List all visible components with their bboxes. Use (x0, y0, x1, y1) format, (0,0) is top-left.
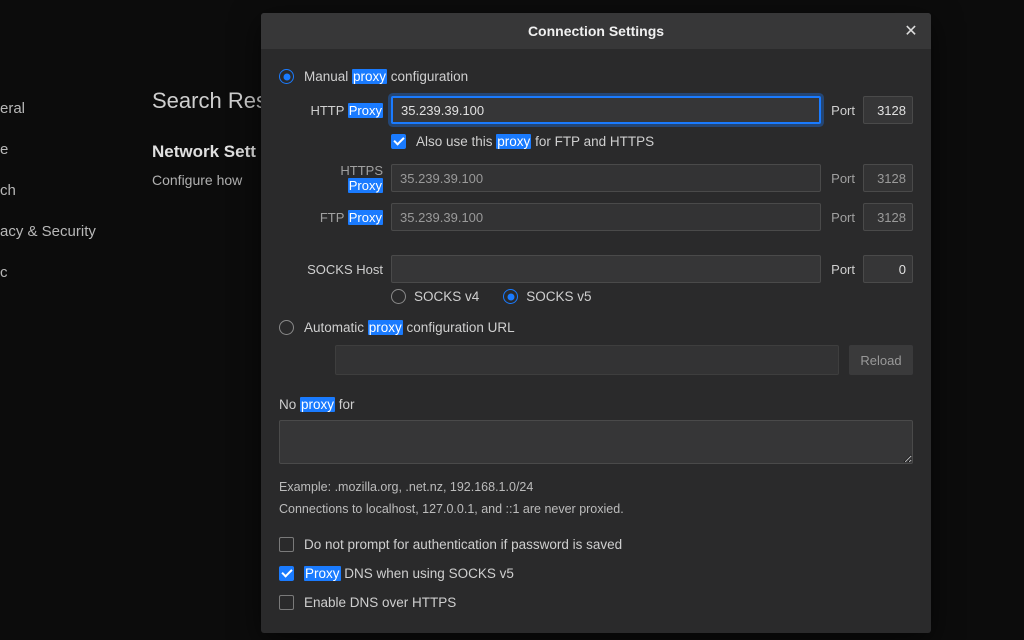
also-use-proxy-checkbox-row[interactable]: Also use this proxy for FTP and HTTPS (391, 134, 913, 149)
https-port-label: Port (831, 171, 855, 186)
no-proxy-example-hint: Example: .mozilla.org, .net.nz, 192.168.… (279, 477, 913, 497)
ftp-port-input (863, 203, 913, 231)
socks-host-row: SOCKS Host Port (303, 255, 913, 283)
https-proxy-row: HTTPS Proxy Port (303, 163, 913, 193)
sidebar-item-general[interactable]: eral (0, 88, 150, 129)
checkbox-proxy-dns-socks5[interactable]: Proxy DNS when using SOCKS v5 (279, 566, 913, 581)
http-port-input[interactable] (863, 96, 913, 124)
radio-socks-v4-label: SOCKS v4 (414, 289, 479, 304)
checkbox-enable-dns-over-https[interactable]: Enable DNS over HTTPS (279, 595, 913, 610)
http-proxy-label: HTTP Proxy (303, 103, 383, 118)
sidebar-item-privacy-security[interactable]: acy & Security (0, 211, 150, 252)
reload-button: Reload (849, 345, 913, 375)
socks-host-input[interactable] (391, 255, 821, 283)
checkbox-icon (279, 595, 294, 610)
radio-icon (503, 289, 518, 304)
checkbox-proxy-dns-socks5-label: Proxy DNS when using SOCKS v5 (304, 566, 514, 581)
network-settings-title: Network Sett (152, 142, 272, 162)
radio-socks-v5[interactable]: SOCKS v5 (503, 289, 591, 304)
checkbox-enable-dns-over-https-label: Enable DNS over HTTPS (304, 595, 456, 610)
localhost-hint: Connections to localhost, 127.0.0.1, and… (279, 499, 913, 519)
dialog-title: Connection Settings (528, 23, 664, 39)
socks-port-input[interactable] (863, 255, 913, 283)
connection-settings-dialog: Connection Settings ✕ Manual proxy confi… (261, 13, 931, 633)
radio-icon (279, 69, 294, 84)
radio-socks-v5-label: SOCKS v5 (526, 289, 591, 304)
http-proxy-row: HTTP Proxy Port (303, 96, 913, 124)
socks-version-group: SOCKS v4 SOCKS v5 (391, 289, 913, 304)
https-port-input (863, 164, 913, 192)
radio-icon (279, 320, 294, 335)
no-proxy-for-input[interactable] (279, 420, 913, 464)
ftp-proxy-input (391, 203, 821, 231)
sidebar-item-sync[interactable]: c (0, 252, 150, 293)
settings-main: Search Res Network Sett Configure how (152, 88, 272, 188)
sidebar-item-home[interactable]: e (0, 129, 150, 170)
http-port-label: Port (831, 103, 855, 118)
ftp-proxy-row: FTP Proxy Port (303, 203, 913, 231)
checkbox-icon (279, 537, 294, 552)
pac-url-input (335, 345, 839, 375)
https-proxy-label: HTTPS Proxy (303, 163, 383, 193)
pac-url-row: Reload (335, 345, 913, 375)
socks-host-label: SOCKS Host (303, 262, 383, 277)
radio-icon (391, 289, 406, 304)
http-proxy-input[interactable] (391, 96, 821, 124)
socks-port-label: Port (831, 262, 855, 277)
close-icon[interactable]: ✕ (901, 21, 921, 41)
settings-sidebar: eral e ch acy & Security c (0, 0, 150, 640)
checkbox-icon (279, 566, 294, 581)
radio-manual-proxy[interactable]: Manual proxy configuration (279, 69, 913, 84)
checkbox-no-auth-prompt[interactable]: Do not prompt for authentication if pass… (279, 537, 913, 552)
dialog-header: Connection Settings ✕ (261, 13, 931, 49)
also-use-proxy-label: Also use this proxy for FTP and HTTPS (416, 134, 654, 149)
https-proxy-input (391, 164, 821, 192)
radio-manual-proxy-label: Manual proxy configuration (304, 69, 468, 84)
network-settings-subtitle: Configure how (152, 172, 272, 188)
radio-socks-v4[interactable]: SOCKS v4 (391, 289, 479, 304)
checkbox-no-auth-prompt-label: Do not prompt for authentication if pass… (304, 537, 622, 552)
ftp-port-label: Port (831, 210, 855, 225)
radio-auto-proxy[interactable]: Automatic proxy configuration URL (279, 320, 913, 335)
sidebar-item-search[interactable]: ch (0, 170, 150, 211)
checkbox-icon (391, 134, 406, 149)
radio-auto-proxy-label: Automatic proxy configuration URL (304, 320, 515, 335)
no-proxy-for-label: No proxy for (279, 397, 913, 412)
search-results-heading: Search Res (152, 88, 272, 114)
ftp-proxy-label: FTP Proxy (303, 210, 383, 225)
